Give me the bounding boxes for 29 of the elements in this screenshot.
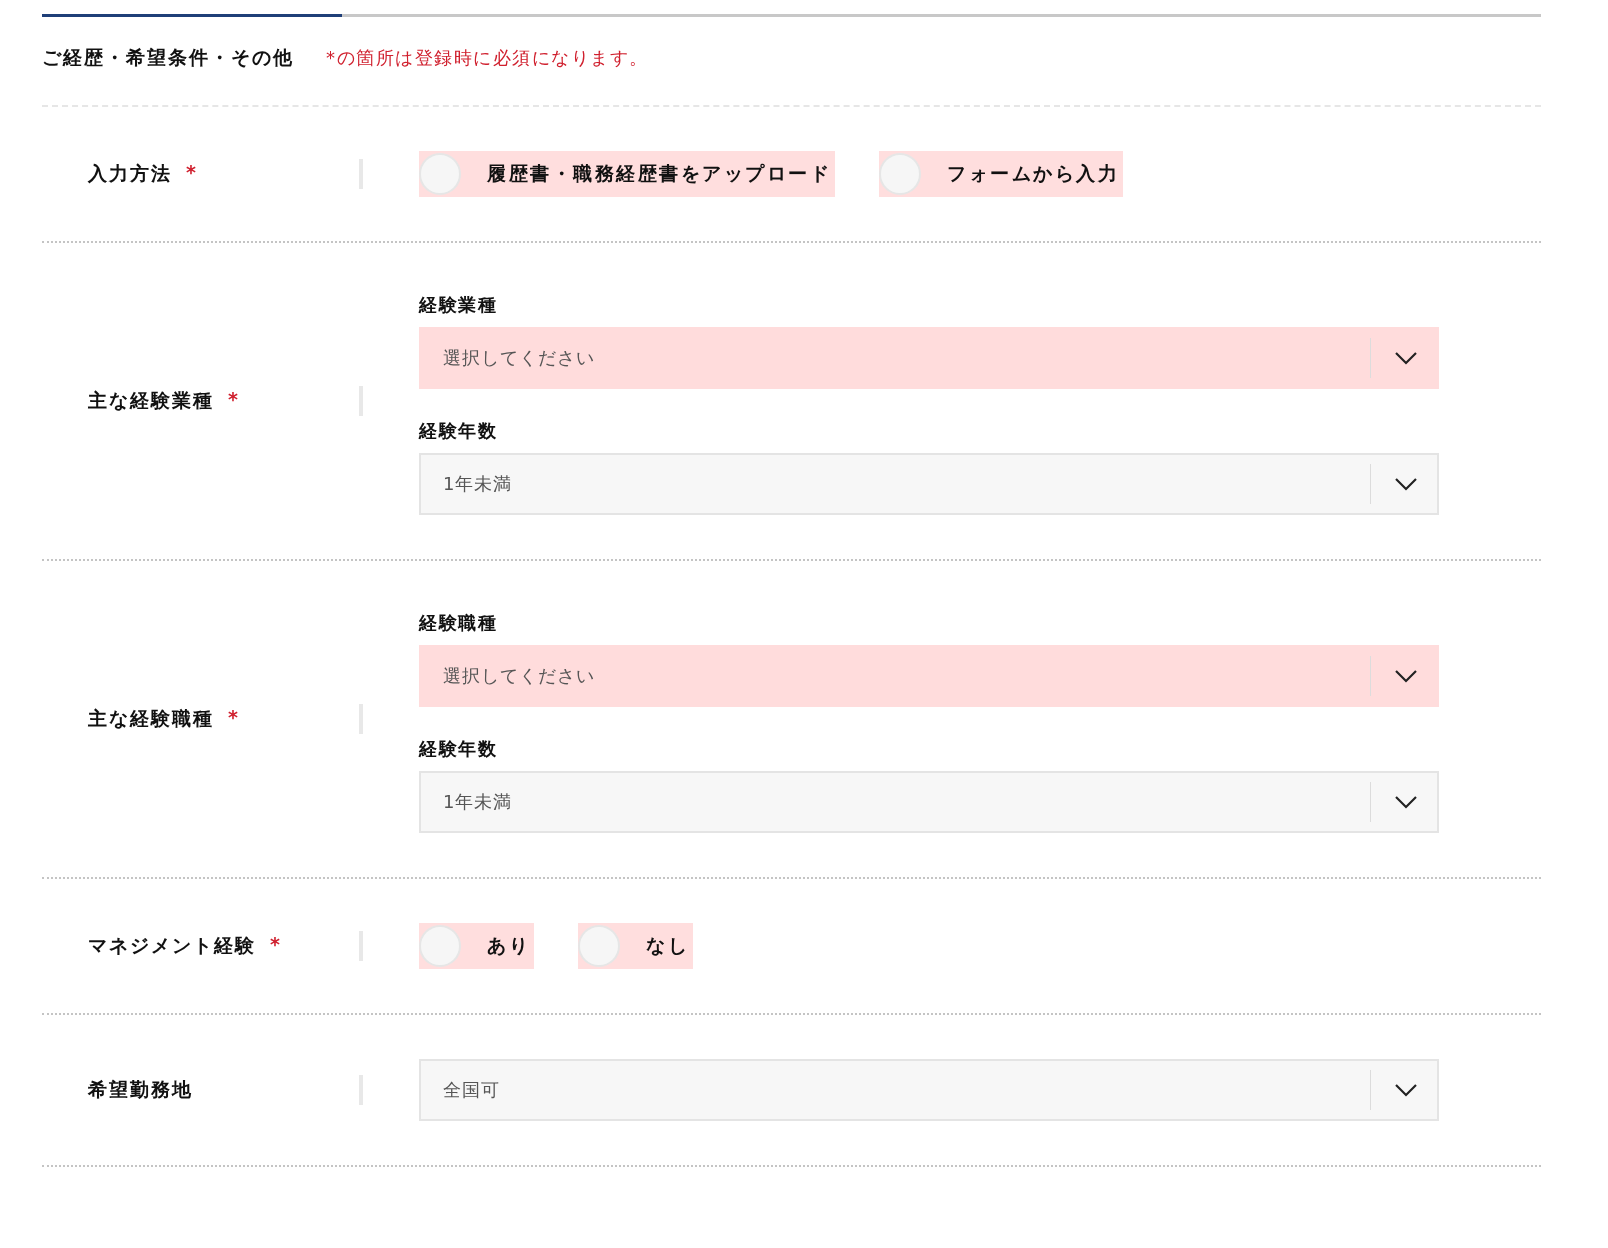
select-field[interactable]: 選択してください: [419, 645, 1439, 707]
chevron-down-icon: [1395, 1083, 1417, 1097]
field-label: マネジメント経験: [88, 933, 256, 958]
radio-option[interactable]: フォームから入力: [879, 151, 1123, 197]
chevron-down-icon: [1395, 795, 1417, 809]
chevron-down-icon: [1395, 351, 1417, 365]
field-label: 経験職種: [419, 611, 498, 635]
radio-option[interactable]: 履歴書・職務経歴書をアップロード: [419, 151, 835, 197]
select-field[interactable]: 選択してください: [419, 327, 1439, 389]
required-note: *の箇所は登録時に必須になります。: [326, 46, 649, 70]
field-label: 希望勤務地: [88, 1077, 193, 1102]
chevron-down-icon: [1395, 477, 1417, 491]
required-mark: *: [186, 161, 198, 185]
select-field[interactable]: 1年未満: [419, 453, 1439, 515]
select-field[interactable]: 全国可: [419, 1059, 1439, 1121]
required-mark: *: [228, 388, 240, 412]
field-label: 経験年数: [419, 419, 498, 443]
radio-option[interactable]: あり: [419, 923, 534, 969]
radio-option[interactable]: なし: [578, 923, 693, 969]
required-mark: *: [270, 933, 282, 957]
chevron-down-icon: [1395, 669, 1417, 683]
field-label: 経験業種: [419, 293, 498, 317]
select-field[interactable]: 1年未満: [419, 771, 1439, 833]
field-label: 経験年数: [419, 737, 498, 761]
field-label: 主な経験業種: [88, 388, 214, 413]
required-mark: *: [228, 706, 240, 730]
field-label: 主な経験職種: [88, 706, 214, 731]
section-title: ご経歴・希望条件・その他: [42, 45, 294, 70]
field-label: 入力方法: [88, 161, 172, 186]
